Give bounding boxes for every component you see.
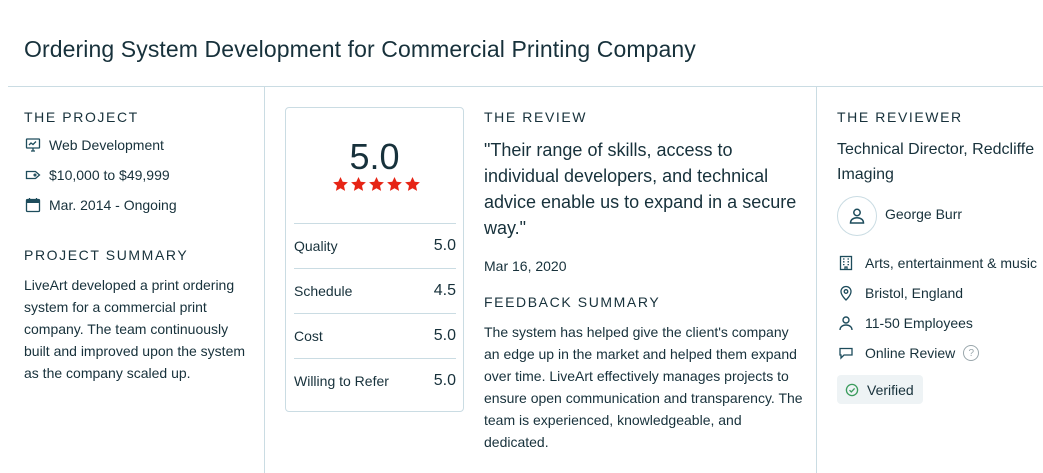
project-heading: THE PROJECT <box>24 109 139 125</box>
reviewer-heading: THE REVIEWER <box>837 109 963 125</box>
calendar-icon <box>24 196 42 214</box>
score-value: 4.5 <box>433 282 456 299</box>
score-label: Willing to Refer <box>294 373 389 389</box>
reviewer-industry: Arts, entertainment & music <box>837 254 1037 272</box>
column-divider <box>816 87 817 473</box>
help-icon[interactable]: ? <box>963 345 980 361</box>
review-heading: THE REVIEW <box>484 109 588 125</box>
score-row-schedule: Schedule 4.5 <box>294 268 456 313</box>
budget-text: $10,000 to $49,999 <box>49 167 170 183</box>
reviewer-location: Bristol, England <box>837 284 963 302</box>
score-row-quality: Quality 5.0 <box>294 223 456 268</box>
verified-badge: Verified <box>837 375 923 404</box>
page-title: Ordering System Development for Commerci… <box>24 36 696 62</box>
service-line-text: Web Development <box>49 137 164 153</box>
score-label: Schedule <box>294 283 353 299</box>
overall-rating: 5.0 <box>349 136 400 177</box>
service-line: Web Development <box>24 136 164 154</box>
review-type-text: Online Review <box>865 345 956 361</box>
score-value: 5.0 <box>433 372 456 389</box>
score-row-cost: Cost 5.0 <box>294 313 456 358</box>
review-quote: "Their range of skills, access to indivi… <box>484 140 797 238</box>
project-length: Mar. 2014 - Ongoing <box>24 196 177 214</box>
reviewer-name: George Burr <box>885 206 963 222</box>
reviewer-title: Technical Director, Redcliffe Imaging <box>837 141 1035 183</box>
rating-card: 5.0 Quality 5.0 Schedule 4.5 Cost 5.0 Wi… <box>285 107 464 412</box>
score-value: 5.0 <box>433 327 456 344</box>
verified-label: Verified <box>867 381 914 398</box>
column-divider <box>264 87 265 473</box>
score-row-willing-to-refer: Willing to Refer 5.0 <box>294 358 456 403</box>
project-summary-text: LiveArt developed a print ordering syste… <box>24 277 246 381</box>
score-value: 5.0 <box>433 237 456 254</box>
monitor-icon <box>24 136 42 154</box>
star-icon <box>351 177 366 191</box>
avatar <box>837 196 877 236</box>
reviewer-company-size-text: 11-50 Employees <box>865 315 973 331</box>
chat-bubble-icon <box>837 344 855 362</box>
star-icon <box>333 177 348 191</box>
project-summary-heading: PROJECT SUMMARY <box>24 247 189 263</box>
reviewer-location-text: Bristol, England <box>865 285 964 301</box>
feedback-summary-text: The system has helped give the client's … <box>484 324 803 450</box>
star-icon <box>369 177 384 191</box>
review-date: Mar 16, 2020 <box>484 258 567 274</box>
budget: $10,000 to $49,999 <box>24 166 170 184</box>
location-pin-icon <box>837 284 855 302</box>
star-rating <box>332 176 421 193</box>
star-icon <box>405 177 420 191</box>
building-icon <box>837 254 855 272</box>
score-label: Quality <box>294 238 338 254</box>
reviewer-industry-text: Arts, entertainment & music <box>865 255 1037 271</box>
person-icon <box>837 314 855 332</box>
header-divider <box>8 86 1043 87</box>
score-label: Cost <box>294 328 323 344</box>
user-icon <box>849 208 865 224</box>
feedback-summary-heading: FEEDBACK SUMMARY <box>484 294 661 310</box>
check-circle-icon <box>845 383 859 397</box>
project-length-text: Mar. 2014 - Ongoing <box>49 197 177 213</box>
star-icon <box>387 177 402 191</box>
price-tag-icon <box>24 166 42 184</box>
reviewer-company-size: 11-50 Employees <box>837 314 973 332</box>
review-type: Online Review ? <box>837 344 980 362</box>
